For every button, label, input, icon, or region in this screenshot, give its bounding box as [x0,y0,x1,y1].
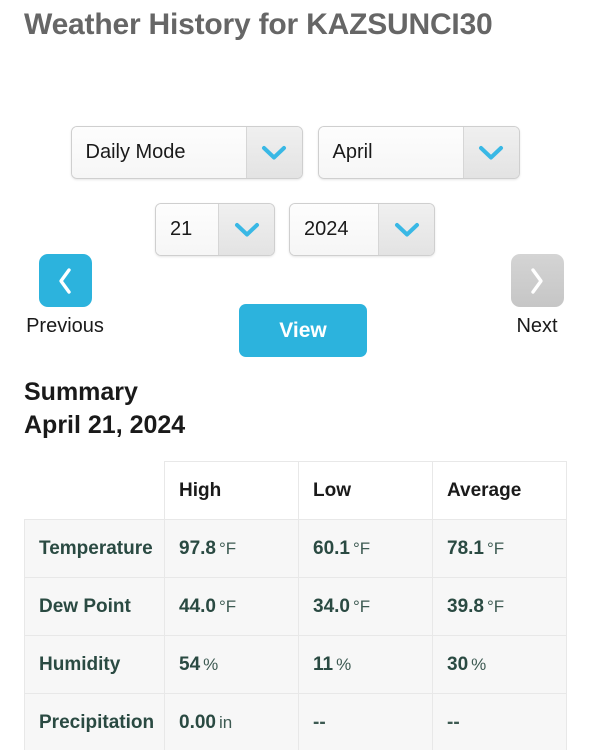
cell-humidity-average: 30% [432,635,567,694]
table-header-average: Average [432,461,567,520]
value: 0.00 [179,711,216,733]
view-button[interactable]: View [239,304,367,357]
chevron-down-icon[interactable] [218,204,274,255]
cell-temperature-average: 78.1 °F [432,519,567,578]
table-header-low: Low [298,461,433,520]
summary-title: Summary [24,378,138,406]
cell-precipitation-average: -- [432,693,567,750]
unit: °F [218,538,237,558]
summary-heading-block: Summary April 21, 2024 [24,376,185,442]
row-label-precipitation: Precipitation [24,693,165,750]
chevron-down-icon[interactable] [462,127,519,178]
cell-dew-point-high: 44.0 °F [164,577,299,636]
month-select-value: April [318,127,463,178]
unit: °F [486,538,505,558]
value: 54 [179,653,201,675]
value: 44.0 [179,595,216,617]
unit: °F [352,596,371,616]
unit: in [218,712,233,732]
cell-precipitation-low: -- [298,693,433,750]
unit: °F [218,596,237,616]
table-row: Precipitation 0.00 in -- -- [24,693,567,750]
cell-humidity-high: 54% [164,635,299,694]
value: 60.1 [313,537,350,559]
table-row: Temperature 97.8 °F 60.1 °F 78.1 °F [24,519,567,578]
previous-button[interactable]: Previous [26,254,104,338]
weather-history-page: Weather History for KAZSUNCI30 Daily Mod… [0,0,590,750]
table-row: Humidity 54% 11% 30% [24,635,567,694]
year-select-value: 2024 [290,204,378,255]
previous-button-label: Previous [26,315,104,337]
cell-temperature-high: 97.8 °F [164,519,299,578]
mode-select[interactable]: Daily Mode [70,126,303,179]
table-header-row: High Low Average [24,461,567,520]
value: 11 [313,653,334,675]
unit: % [471,654,487,674]
value: -- [447,711,460,733]
table-row: Dew Point 44.0 °F 34.0 °F 39.8 °F [24,577,567,636]
summary-date: April 21, 2024 [24,411,186,439]
unit: % [336,654,352,674]
value: 39.8 [447,595,484,617]
value: 34.0 [313,595,350,617]
year-select[interactable]: 2024 [289,203,435,256]
chevron-down-icon[interactable] [245,127,302,178]
page-title: Weather History for KAZSUNCI30 [24,8,493,41]
row-label-dew-point: Dew Point [24,577,165,636]
value: 78.1 [447,537,484,559]
row-label-humidity: Humidity [24,635,165,694]
mode-select-value: Daily Mode [71,127,246,178]
row-label-temperature: Temperature [24,519,165,578]
day-select[interactable]: 21 [155,203,275,256]
next-button[interactable]: Next [498,254,576,338]
month-select[interactable]: April [317,126,520,179]
table-header-blank [24,461,165,520]
value: 30 [447,653,469,675]
cell-temperature-low: 60.1 °F [298,519,433,578]
cell-dew-point-low: 34.0 °F [298,577,433,636]
value: -- [313,711,326,733]
date-controls-row-primary: Daily Mode April [0,126,590,179]
value: 97.8 [179,537,216,559]
chevron-right-icon[interactable] [510,254,564,307]
unit: °F [352,538,371,558]
cell-humidity-low: 11% [298,635,433,694]
cell-dew-point-average: 39.8 °F [432,577,567,636]
next-button-label: Next [516,315,558,337]
unit: % [203,654,219,674]
cell-precipitation-high: 0.00 in [164,693,299,750]
date-controls-row-secondary: 21 2024 [0,203,590,256]
day-select-value: 21 [156,204,218,255]
table-header-high: High [164,461,299,520]
summary-table: High Low Average Temperature 97.8 °F 60.1… [24,461,567,750]
unit: °F [486,596,505,616]
chevron-left-icon[interactable] [38,254,92,307]
chevron-down-icon[interactable] [378,204,434,255]
